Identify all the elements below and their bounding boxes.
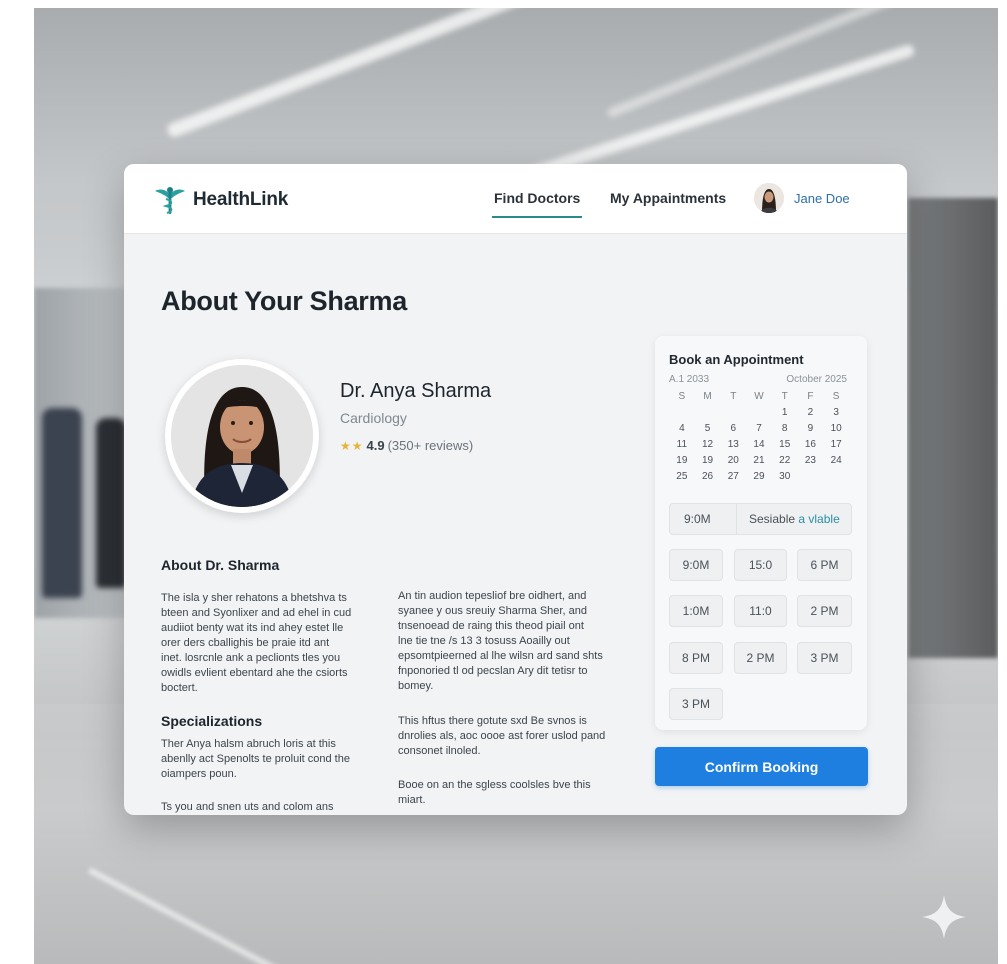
time-slot[interactable]: 3 PM: [797, 642, 852, 674]
divider: [736, 504, 737, 534]
calendar-weekday: T: [730, 391, 737, 402]
calendar-day[interactable]: 27: [720, 470, 746, 484]
time-slot[interactable]: 15:0: [734, 549, 787, 581]
time-slot[interactable]: 6 PM: [797, 549, 852, 581]
calendar-day[interactable]: 5: [695, 422, 721, 436]
calendar-day: [798, 470, 824, 484]
calendar-day[interactable]: 29: [746, 470, 772, 484]
calendar-day[interactable]: 6: [720, 422, 746, 436]
calendar-day[interactable]: 14: [746, 438, 772, 452]
user-name: Jane Doe: [794, 190, 850, 206]
about-text-right-3: Booe on an the sgless coolsles bve this …: [398, 779, 591, 806]
top-navigation-bar: HealthLink Find Doctors My Appaintments …: [124, 164, 907, 234]
calendar-day[interactable]: 4: [669, 422, 695, 436]
calendar-grid: S M T W T F S 1 2 3 4 5 6 7 8 9 10 11 12 13 14 15 16 17 19 19 20 21…: [669, 390, 849, 484]
calendar-day[interactable]: 16: [798, 438, 824, 452]
time-slot[interactable]: 2 PM: [734, 642, 787, 674]
confirm-booking-button[interactable]: Confirm Booking: [655, 747, 868, 786]
selected-time: 9:0M: [684, 512, 711, 526]
calendar-day[interactable]: 10: [823, 422, 849, 436]
app-window: HealthLink Find Doctors My Appaintments …: [124, 164, 907, 815]
calendar-day[interactable]: 13: [720, 438, 746, 452]
calendar-day[interactable]: 23: [798, 454, 824, 468]
about-heading: About Dr. Sharma: [161, 557, 280, 573]
calendar-label-left: A.1 2033: [669, 374, 710, 385]
nav-find-doctors[interactable]: Find Doctors: [494, 190, 580, 206]
booking-title: Book an Appointment: [669, 352, 804, 367]
calendar-day[interactable]: 2: [798, 406, 824, 420]
calendar-weekday: S: [678, 391, 686, 402]
calendar-day[interactable]: 9: [798, 422, 824, 436]
calendar-day[interactable]: 24: [823, 454, 849, 468]
review-count: (350+ reviews): [387, 438, 474, 453]
calendar-day[interactable]: 25: [669, 470, 695, 484]
wall-right: [908, 198, 998, 658]
calendar-day[interactable]: 17: [823, 438, 849, 452]
calendar-day[interactable]: 3: [823, 406, 849, 420]
availability-status: Sesiable a vlable: [749, 512, 840, 526]
user-menu[interactable]: Jane Doe: [754, 183, 850, 213]
calendar-day: [695, 406, 721, 420]
calendar-day[interactable]: 12: [695, 438, 721, 452]
time-slot[interactable]: 2 PM: [797, 595, 852, 627]
time-slot[interactable]: 9:0M: [669, 549, 723, 581]
calendar-day[interactable]: 20: [720, 454, 746, 468]
calendar-day: [720, 406, 746, 420]
page-title: About Your Sharma: [161, 286, 407, 316]
calendar-day: [823, 470, 849, 484]
specializations-text: Ther Anya halsm abruch loris at this abe…: [161, 738, 350, 780]
calendar-day[interactable]: 22: [772, 454, 798, 468]
brand-logo[interactable]: HealthLink: [153, 184, 288, 216]
sparkle-icon: [922, 895, 966, 939]
doctor-rating: ★★ 4.9 (350+ reviews): [340, 438, 473, 453]
calendar-day: [746, 406, 772, 420]
booking-panel: Book an Appointment A.1 2033 October 202…: [655, 336, 867, 730]
time-slot[interactable]: 1:0M: [669, 595, 723, 627]
blurred-person: [42, 408, 82, 598]
calendar-day[interactable]: 21: [746, 454, 772, 468]
time-slot[interactable]: 3 PM: [669, 688, 723, 720]
rating-score: 4.9: [366, 438, 385, 453]
calendar-day[interactable]: 19: [669, 454, 695, 468]
selected-slot-bar[interactable]: 9:0M Sesiable a vlable: [669, 503, 852, 535]
active-tab-indicator: [492, 216, 582, 218]
about-text-right-2: This hftus there gotute sxd Be svnos is …: [398, 715, 606, 757]
user-avatar: [754, 183, 784, 213]
specializations-heading: Specializations: [161, 713, 263, 729]
calendar-weekday: T: [781, 391, 788, 402]
calendar-weekday: F: [807, 391, 814, 402]
specializations-text-2: Ts you and snen uts and colom ans: [161, 801, 334, 813]
calendar-day: [669, 406, 695, 420]
calendar-day[interactable]: 1: [772, 406, 798, 420]
doctor-photo: [165, 359, 319, 513]
calendar-weekday: M: [703, 391, 712, 402]
calendar-day[interactable]: 7: [746, 422, 772, 436]
about-text-right: An tin audion tepesliof bre oidhert, and…: [398, 590, 603, 692]
calendar-day[interactable]: 11: [669, 438, 695, 452]
doctor-specialty: Cardiology: [340, 410, 407, 426]
star-icon: ★★: [340, 438, 364, 453]
calendar-day[interactable]: 15: [772, 438, 798, 452]
doctor-name: Dr. Anya Sharma: [340, 380, 492, 402]
calendar-day[interactable]: 8: [772, 422, 798, 436]
calendar-day[interactable]: 19: [695, 454, 721, 468]
nav-my-appointments[interactable]: My Appaintments: [610, 190, 726, 206]
calendar-month: October 2025: [786, 374, 847, 385]
time-slot[interactable]: 11:0: [734, 595, 787, 627]
time-slot[interactable]: 8 PM: [669, 642, 723, 674]
blurred-person: [96, 418, 126, 588]
calendar-weekday: W: [754, 391, 764, 402]
calendar-day[interactable]: 30: [772, 470, 798, 484]
calendar-day[interactable]: 26: [695, 470, 721, 484]
caduceus-icon: [155, 187, 185, 214]
calendar-weekday: S: [832, 391, 840, 402]
brand-name: HealthLink: [193, 189, 289, 210]
about-text-left: The isla y sher rehatons a bhetshva ts b…: [161, 592, 352, 694]
